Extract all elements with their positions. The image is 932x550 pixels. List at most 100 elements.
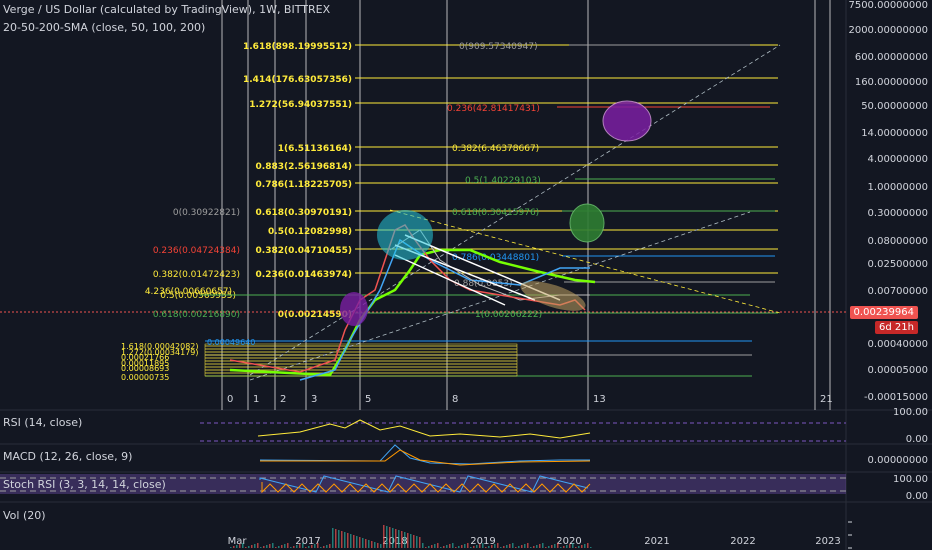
volume-bar <box>239 544 241 548</box>
price-axis-label: -0.00015000 <box>864 392 928 403</box>
rsi-axis-label: 0.00 <box>906 434 928 445</box>
volume-bar <box>437 543 439 548</box>
macd-pane-title[interactable]: MACD (12, 26, close, 9) <box>3 450 132 463</box>
volume-bar <box>584 544 586 548</box>
volume-bar <box>446 545 448 548</box>
volume-bar <box>374 542 376 548</box>
volume-bar <box>362 538 364 548</box>
volume-bar <box>431 545 433 548</box>
volume-bar <box>461 545 463 548</box>
volume-bar <box>242 543 244 548</box>
time-axis-label: 2022 <box>730 536 755 547</box>
volume-bar <box>368 540 370 548</box>
volume-bar <box>416 536 418 548</box>
volume-bar <box>470 547 472 548</box>
price-axis-label: 0.30000000 <box>868 208 928 219</box>
volume-bar <box>329 544 331 548</box>
volume-bar <box>506 545 508 548</box>
fib-level-label: 1.272(56.94037551) <box>249 100 352 110</box>
volume-bar <box>575 547 577 548</box>
price-axis-label: 600.00000000 <box>855 52 928 63</box>
volume-bar <box>443 546 445 548</box>
volume-bar <box>404 532 406 548</box>
highlight-ellipse-purple <box>340 292 368 326</box>
volume-bar <box>302 543 304 548</box>
volume-bar <box>338 530 340 548</box>
sma-legend[interactable]: 20-50-200-SMA (close, 50, 100, 200) <box>3 21 205 34</box>
volume-bar <box>377 543 379 548</box>
rsi-pane-title[interactable]: RSI (14, close) <box>3 416 82 429</box>
volume-bar <box>578 546 580 548</box>
volume-bar <box>287 543 289 548</box>
volume-bar <box>230 547 232 548</box>
volume-bar <box>455 547 457 548</box>
volume-bar <box>587 543 589 548</box>
volume-bar <box>566 545 568 548</box>
volume-bar <box>539 544 541 548</box>
volume-bar <box>293 546 295 548</box>
time-axis-label: 2021 <box>644 536 669 547</box>
volume-bar <box>497 543 499 548</box>
current-price-tag: 0.00239964 <box>849 306 918 319</box>
volume-bar <box>551 545 553 548</box>
volume-bar <box>332 528 334 548</box>
volume-bar <box>491 545 493 548</box>
volume-bar <box>557 543 559 548</box>
volume-bar <box>548 546 550 548</box>
volume-bar <box>473 546 475 548</box>
volume-bar <box>536 545 538 548</box>
volume-bar <box>395 529 397 548</box>
volume-bar <box>401 531 403 548</box>
fib-right-label: 0.5(1.40229103) <box>465 176 541 186</box>
chart-canvas[interactable]: 0 1 2 3 5 8 13 21 7500.00000000 2000.00000000 600.… <box>0 0 932 550</box>
time-axis-label: 2023 <box>815 536 840 547</box>
macd-signal-line <box>260 449 591 466</box>
volume-bar <box>380 544 382 548</box>
chart-title: Verge / US Dollar (calculated by Trading… <box>3 3 331 16</box>
volume-bar <box>500 547 502 548</box>
volume-bar <box>512 543 514 548</box>
fib-right-label: 0.618(0.30415976) <box>452 208 539 218</box>
volume-bar <box>527 543 529 548</box>
volume-bar <box>425 547 427 548</box>
fib-outer-label: 0.382(0.01472423) <box>153 270 240 280</box>
stoch-rsi-pane-title[interactable]: Stoch RSI (3, 3, 14, 14, close) <box>3 478 166 491</box>
volume-bar <box>410 534 412 548</box>
volume-bar <box>569 544 571 548</box>
volume-bar <box>560 547 562 548</box>
fib-level-label: 0.883(2.56196814) <box>256 162 352 172</box>
volume-bar <box>467 543 469 548</box>
wave-label: 8 <box>452 394 458 405</box>
wave-label: 5 <box>365 394 371 405</box>
macd-axis-label: 0.00000000 <box>868 455 928 466</box>
volume-bar <box>572 543 574 548</box>
volume-bar <box>509 544 511 548</box>
volume-bar <box>305 547 307 548</box>
stoch-axis-label: 100.00 <box>893 474 928 485</box>
volume-bar <box>518 546 520 548</box>
volume-bar <box>581 545 583 548</box>
volume-bar <box>482 543 484 548</box>
volume-bar <box>317 543 319 548</box>
wave-label: 0 <box>227 394 233 405</box>
fib-level-label: 1.414(176.63057356) <box>243 75 352 85</box>
volume-pane-title[interactable]: Vol (20) <box>3 509 46 522</box>
volume-bar <box>449 544 451 548</box>
volume-bar <box>371 541 373 548</box>
wave-label: 2 <box>280 394 286 405</box>
fib-small-label: 0.00000735 <box>121 373 169 382</box>
fib-outer-label: 0.5(0.00569955) <box>160 291 236 301</box>
price-axis-label: 1.00000000 <box>868 182 928 193</box>
volume-bar <box>359 537 361 548</box>
volume-bar <box>452 543 454 548</box>
price-axis-label: 0.00700000 <box>868 286 928 297</box>
price-axis-label: 0.08000000 <box>868 236 928 247</box>
volume-bar <box>257 543 259 548</box>
fib-level-label: 0.5(0.12082998) <box>268 227 352 237</box>
volume-bar <box>488 546 490 548</box>
volume-bar <box>236 545 238 548</box>
volume-bar <box>296 545 298 548</box>
volume-bar <box>458 546 460 548</box>
volume-bar <box>245 547 247 548</box>
volume-bar <box>260 547 262 548</box>
